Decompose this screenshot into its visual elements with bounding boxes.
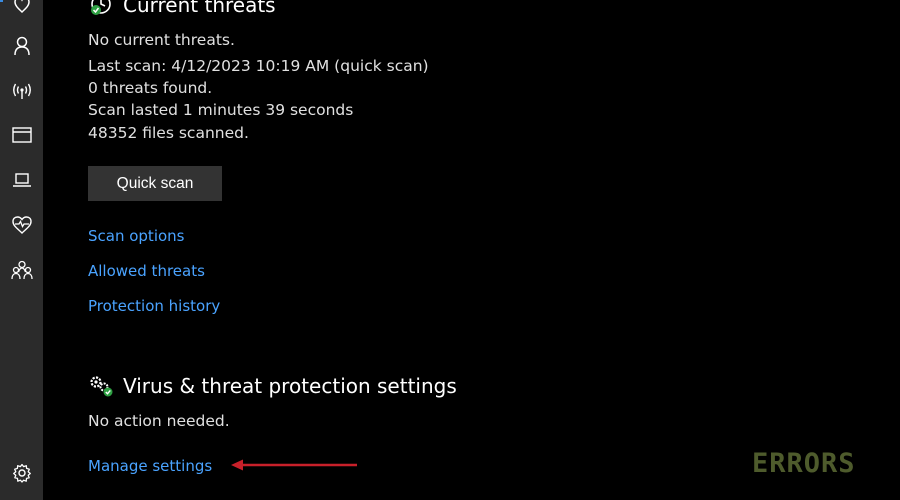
shield-icon bbox=[13, 0, 31, 16]
gears-check-icon bbox=[88, 373, 114, 399]
sidebar-item-account[interactable] bbox=[0, 28, 43, 64]
files-scanned-text: 48352 files scanned. bbox=[88, 124, 249, 142]
protection-history-link[interactable]: Protection history bbox=[88, 296, 220, 316]
sidebar-item-device-security[interactable] bbox=[0, 162, 43, 198]
main-content: Current threats No current threats. Last… bbox=[43, 0, 900, 500]
sidebar-item-virus-protection[interactable] bbox=[0, 0, 43, 24]
threats-found-text: 0 threats found. bbox=[88, 79, 213, 97]
family-icon bbox=[10, 260, 33, 280]
settings-gear-icon bbox=[12, 463, 32, 483]
current-threats-status: No current threats. bbox=[88, 31, 235, 49]
scan-options-link[interactable]: Scan options bbox=[88, 226, 184, 246]
sidebar-item-family-options[interactable] bbox=[0, 252, 43, 288]
sidebar-item-app-browser-control[interactable] bbox=[0, 117, 43, 153]
current-threats-heading: Current threats bbox=[88, 0, 276, 18]
laptop-icon bbox=[12, 171, 32, 189]
allowed-threats-link[interactable]: Allowed threats bbox=[88, 261, 205, 281]
clock-check-icon bbox=[88, 0, 114, 18]
sidebar-item-settings[interactable] bbox=[0, 455, 43, 491]
person-icon bbox=[13, 36, 31, 56]
scan-duration-text: Scan lasted 1 minutes 39 seconds bbox=[88, 101, 354, 119]
quick-scan-button[interactable]: Quick scan bbox=[88, 166, 222, 201]
sidebar-item-firewall[interactable] bbox=[0, 73, 43, 109]
errors-watermark-logo: ERRORS bbox=[752, 448, 856, 479]
current-threats-title: Current threats bbox=[123, 0, 276, 17]
sidebar-item-device-performance-health[interactable] bbox=[0, 207, 43, 243]
windows-security-window: Current threats No current threats. Last… bbox=[0, 0, 900, 500]
manage-settings-link[interactable]: Manage settings bbox=[88, 456, 212, 476]
annotation-arrow-icon bbox=[231, 459, 357, 471]
window-icon bbox=[11, 126, 32, 144]
protection-settings-heading: Virus & threat protection settings bbox=[88, 373, 457, 399]
heart-pulse-icon bbox=[11, 215, 33, 235]
sidebar bbox=[0, 0, 43, 500]
protection-settings-status: No action needed. bbox=[88, 412, 230, 430]
last-scan-text: Last scan: 4/12/2023 10:19 AM (quick sca… bbox=[88, 57, 429, 75]
protection-settings-title: Virus & threat protection settings bbox=[123, 374, 457, 398]
wireless-icon bbox=[11, 81, 33, 101]
